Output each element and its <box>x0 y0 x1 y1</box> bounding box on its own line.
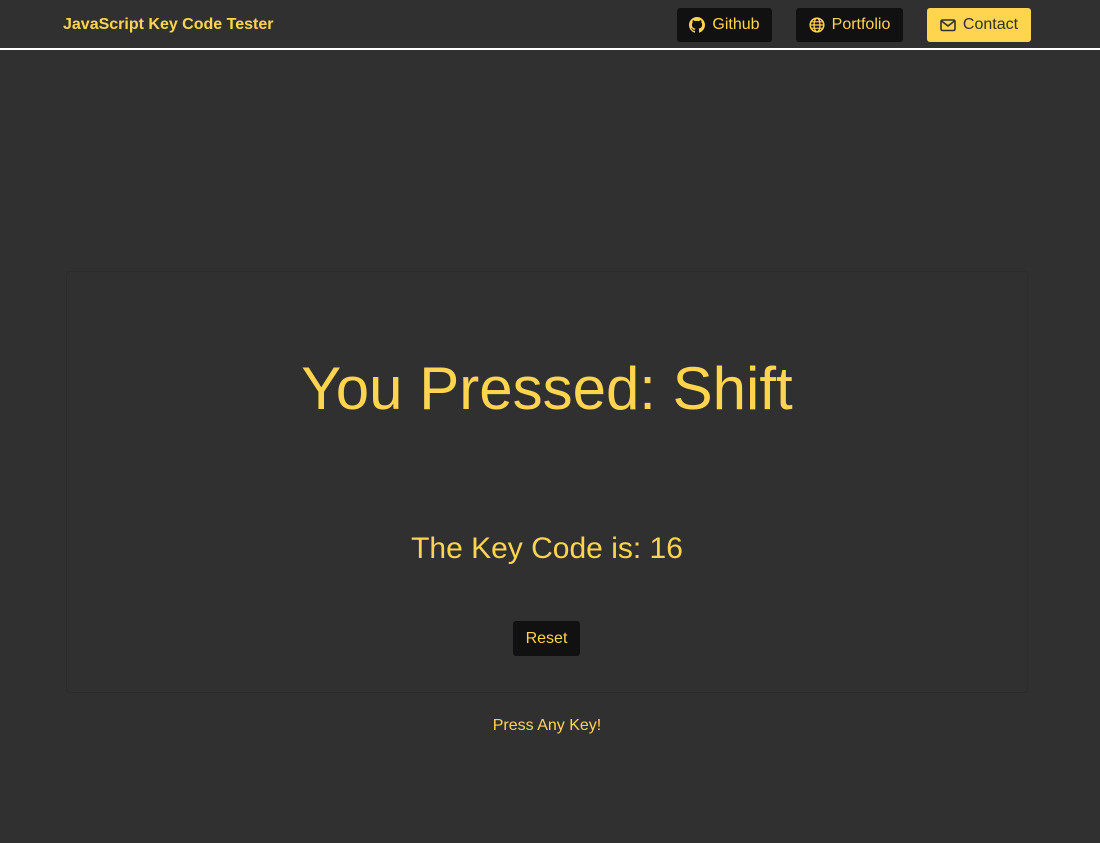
github-button[interactable]: Github <box>677 8 772 42</box>
press-any-key-hint: Press Any Key! <box>492 717 602 734</box>
github-label: Github <box>712 16 760 33</box>
brand-title[interactable]: JavaScript Key Code Tester <box>63 15 273 35</box>
portfolio-button[interactable]: Portfolio <box>796 8 903 42</box>
envelope-icon <box>940 17 956 33</box>
key-code-text: The Key Code is: 16 <box>411 532 683 565</box>
pressed-key-heading: You Pressed: Shift <box>301 355 793 422</box>
contact-button[interactable]: Contact <box>927 8 1031 42</box>
reset-button[interactable]: Reset <box>513 621 580 656</box>
contact-label: Contact <box>962 16 1019 33</box>
globe-icon <box>809 17 825 33</box>
key-display-card: You Pressed: Shift The Key Code is: 16 R… <box>66 271 1028 693</box>
portfolio-label: Portfolio <box>831 16 891 33</box>
github-icon <box>689 17 706 33</box>
navbar: JavaScript Key Code Tester Github Portfo… <box>0 0 1100 50</box>
